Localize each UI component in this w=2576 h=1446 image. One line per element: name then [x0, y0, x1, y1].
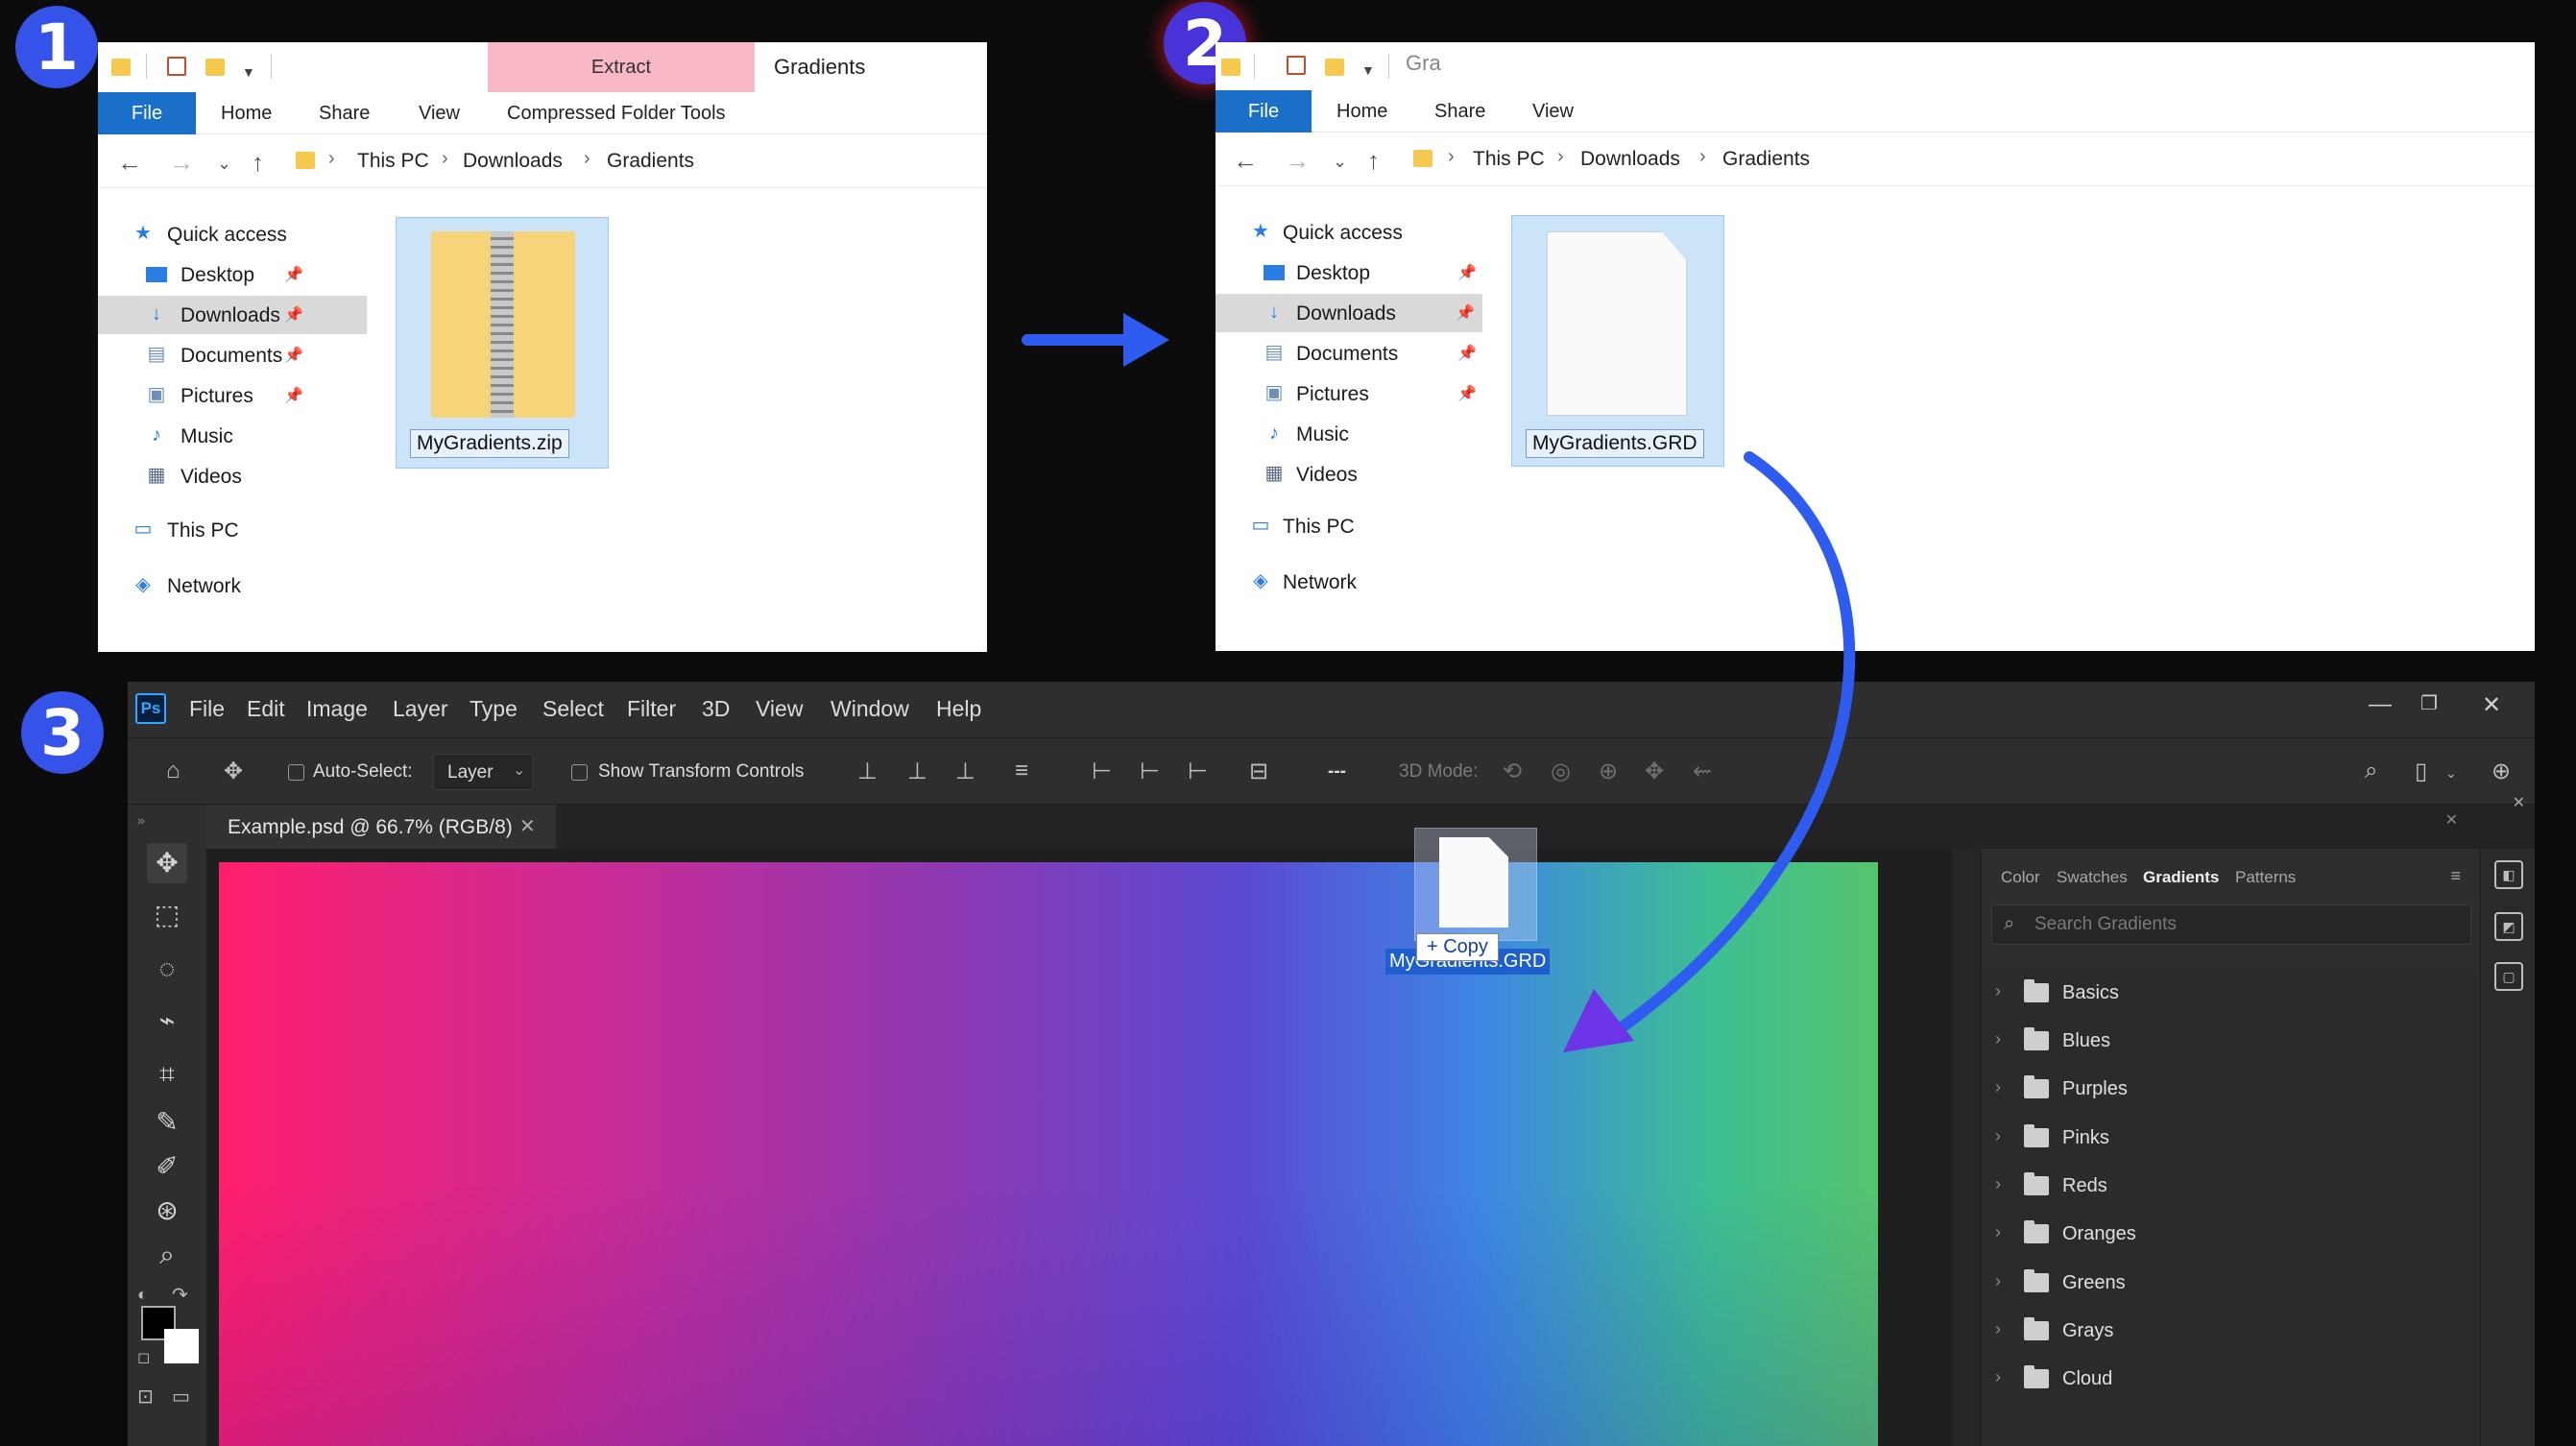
arrow-step2-to-step3	[1563, 451, 1856, 1052]
